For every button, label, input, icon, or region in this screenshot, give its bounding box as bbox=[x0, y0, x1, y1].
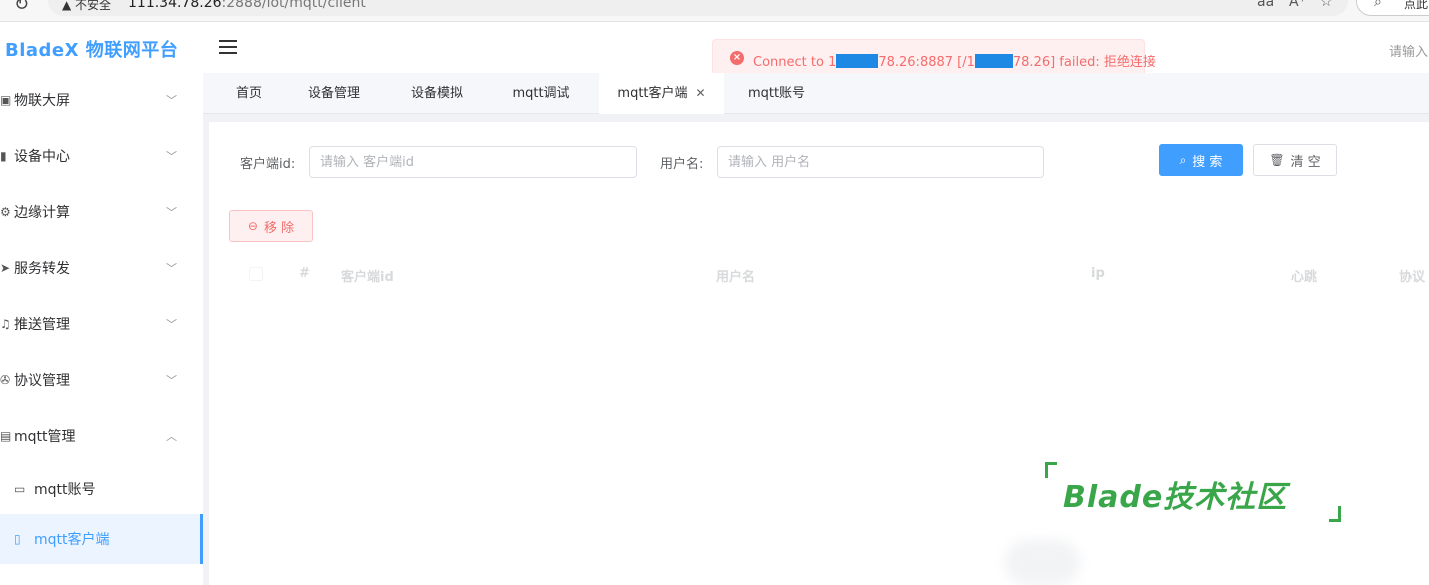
watermark-bracket bbox=[1045, 462, 1057, 478]
watermark-bracket bbox=[1329, 506, 1341, 522]
protocol-icon: ✇ bbox=[0, 373, 11, 387]
sidebar-subitem-2[interactable]: ▯ mqtt客户端 bbox=[0, 514, 203, 564]
sidebar-subitem-label: mqtt客户端 bbox=[34, 532, 110, 548]
column-client-id: 客户端id bbox=[341, 270, 394, 285]
trash-icon: 🗑︎ bbox=[1269, 153, 1285, 167]
search-icon: ⌕ bbox=[1179, 152, 1187, 167]
tab-mqtt-account[interactable]: mqtt账号 bbox=[734, 73, 819, 114]
client-id-input[interactable] bbox=[309, 146, 637, 178]
redaction-mask bbox=[836, 54, 879, 68]
sidebar-item-4[interactable]: ➤ 服务转发 ﹀ bbox=[0, 240, 203, 296]
chevron-up-icon: ︿ bbox=[166, 430, 177, 443]
screen-icon: ▣ bbox=[0, 93, 12, 107]
hamburger-menu-icon[interactable] bbox=[219, 40, 237, 54]
username-input[interactable] bbox=[717, 146, 1044, 178]
column-index: # bbox=[299, 266, 310, 281]
search-button[interactable]: ⌕ 搜 索 bbox=[1159, 144, 1243, 176]
error-message: Connect to 1 78.26:8887 [/1 78.26] failed:… bbox=[753, 54, 1156, 70]
loading-blur bbox=[1005, 540, 1080, 585]
watermark: Blade技术社区 bbox=[1043, 462, 1343, 524]
device-icon: ▮ bbox=[0, 149, 7, 163]
error-icon: × bbox=[730, 51, 744, 65]
sidebar-subitem-1[interactable]: ▭ mqtt账号 bbox=[0, 464, 203, 514]
phone-icon: ▯ bbox=[14, 532, 21, 546]
font-size-icon[interactable]: A⁺ bbox=[1289, 0, 1306, 10]
watermark-text: Blade技术社区 bbox=[1063, 480, 1288, 515]
tab-mqtt-client[interactable]: mqtt客户端 ✕ bbox=[599, 73, 724, 114]
column-protocol: 协议 bbox=[1399, 270, 1426, 285]
chevron-down-icon: ﹀ bbox=[166, 150, 177, 163]
chevron-down-icon: ﹀ bbox=[166, 318, 177, 331]
bell-icon: ♫ bbox=[0, 317, 11, 331]
column-username: 用户名 bbox=[716, 270, 756, 285]
sidebar-item-label: 协议管理 bbox=[14, 373, 70, 389]
app-logo[interactable]: BladeX 物联网平台 bbox=[5, 36, 178, 62]
sidebar-item-2[interactable]: ▮ 设备中心 ﹀ bbox=[0, 128, 203, 184]
username-label: 用户名: bbox=[660, 157, 704, 172]
sidebar-item-label: mqtt管理 bbox=[14, 429, 76, 445]
header-search-input[interactable]: 请输入 bbox=[1389, 41, 1428, 60]
client-id-label: 客户端id: bbox=[240, 157, 296, 172]
forward-icon: ➤ bbox=[0, 261, 11, 275]
tab-home[interactable]: 首页 bbox=[203, 73, 295, 114]
tab-mqtt-debug[interactable]: mqtt调试 bbox=[493, 73, 589, 114]
sidebar-item-label: 物联大屏 bbox=[14, 93, 70, 109]
remove-button[interactable]: ⊖ 移 除 bbox=[229, 210, 313, 242]
security-indicator[interactable]: ▲ 不安全 bbox=[62, 0, 111, 13]
tab-device-management[interactable]: 设备管理 bbox=[295, 73, 373, 114]
sidebar-item-6[interactable]: ✇ 协议管理 ﹀ bbox=[0, 352, 203, 408]
sidebar-item-7[interactable]: ▤ mqtt管理 ︿ bbox=[0, 408, 203, 464]
close-icon[interactable]: ✕ bbox=[696, 86, 706, 100]
chevron-down-icon: ﹀ bbox=[166, 206, 177, 219]
tab-device-simulation[interactable]: 设备模拟 bbox=[393, 73, 481, 114]
read-aloud-icon[interactable]: a͡a bbox=[1257, 0, 1274, 10]
mqtt-icon: ▤ bbox=[0, 429, 12, 443]
redaction-mask bbox=[974, 54, 1013, 68]
chevron-down-icon: ﹀ bbox=[166, 262, 177, 275]
reload-icon[interactable]: ↻ bbox=[14, 0, 29, 15]
sidebar-item-label: 推送管理 bbox=[14, 317, 70, 333]
sidebar-item-label: 服务转发 bbox=[14, 261, 70, 277]
sidebar-item-5[interactable]: ♫ 推送管理 ﹀ bbox=[0, 296, 203, 352]
address-url[interactable]: 111.34.78.26:2888/iot/mqtt/client bbox=[128, 0, 366, 11]
select-all-checkbox[interactable] bbox=[249, 267, 263, 281]
sidebar-item-label: 边缘计算 bbox=[14, 205, 70, 221]
minus-circle-icon: ⊖ bbox=[247, 219, 258, 233]
table-header: # 客户端id 用户名 ip 心跳 协议 bbox=[229, 262, 1429, 286]
column-ip: ip bbox=[1091, 266, 1105, 281]
browser-toolbar: ↻ ▲ 不安全 111.34.78.26:2888/iot/mqtt/clien… bbox=[0, 0, 1429, 22]
column-heartbeat: 心跳 bbox=[1291, 270, 1318, 285]
chevron-down-icon: ﹀ bbox=[166, 94, 177, 107]
id-card-icon: ▭ bbox=[14, 482, 26, 496]
sidebar-subitem-label: mqtt账号 bbox=[34, 482, 96, 498]
search-icon: ⌕ bbox=[1374, 0, 1382, 10]
chevron-down-icon: ﹀ bbox=[166, 374, 177, 387]
sidebar-item-3[interactable]: ⚙ 边缘计算 ﹀ bbox=[0, 184, 203, 240]
clear-button[interactable]: 🗑︎ 清 空 bbox=[1253, 144, 1337, 176]
favorite-star-icon[interactable]: ☆ bbox=[1320, 0, 1333, 10]
sidebar-item-1[interactable]: ▣ 物联大屏 ﹀ bbox=[0, 72, 203, 128]
edge-icon: ⚙ bbox=[0, 205, 11, 219]
sidebar-item-label: 设备中心 bbox=[14, 149, 70, 165]
error-toast: × Connect to 1 78.26:8887 [/1 78.26] faile… bbox=[712, 39, 1156, 77]
tab-bar: 首页 设备管理 设备模拟 mqtt调试 mqtt客户端 ✕ mqtt账号 bbox=[203, 73, 1429, 114]
search-pill-text: 点此 bbox=[1404, 0, 1429, 11]
